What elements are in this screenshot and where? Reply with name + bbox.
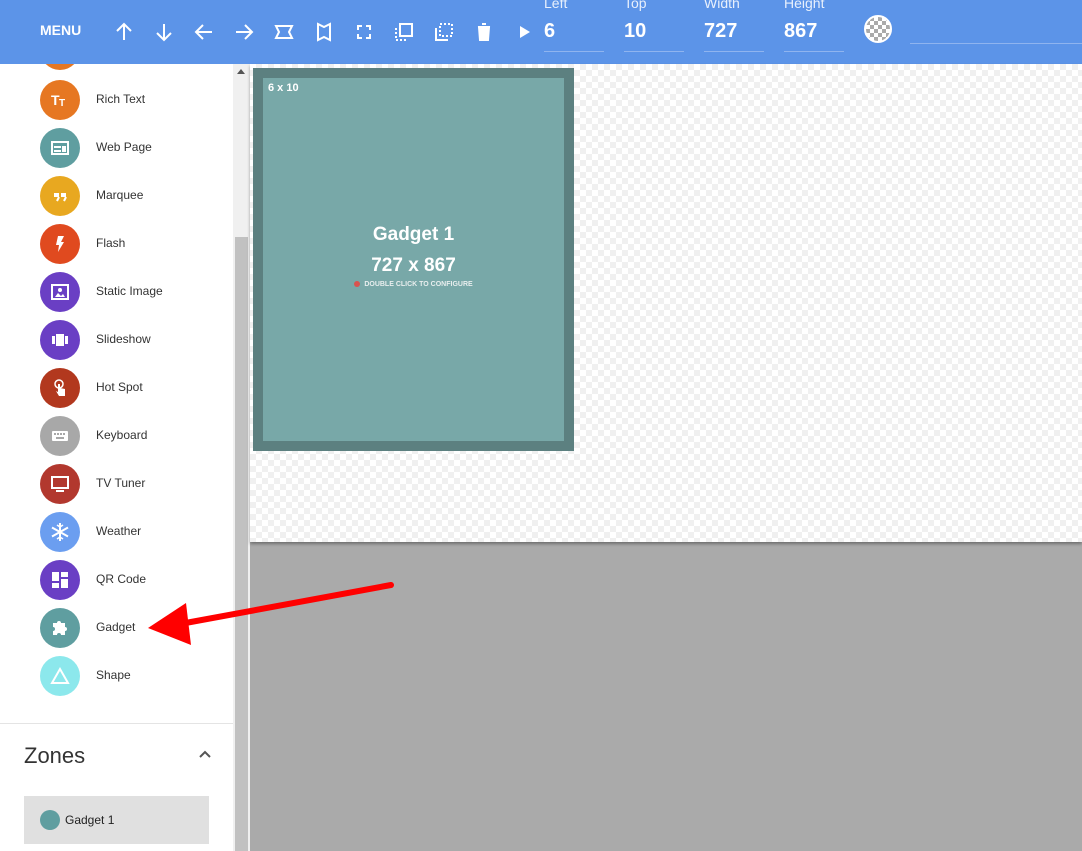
image-icon <box>40 272 80 312</box>
play-icon[interactable] <box>512 20 536 44</box>
layout-canvas[interactable]: 6 x 10 Gadget 1 727 x 867 DOUBLE CLICK T… <box>250 64 1082 542</box>
sidebar-item-web-page[interactable]: Web Page <box>0 124 233 172</box>
height-label: Height <box>784 0 825 11</box>
zones-title: Zones <box>24 743 86 768</box>
scroll-up-arrow-icon[interactable] <box>237 69 245 74</box>
flash-icon <box>40 224 80 264</box>
sidebar-item-label: Weather <box>96 524 142 538</box>
width-label: Width <box>704 0 740 11</box>
arrow-up-icon[interactable] <box>112 20 136 44</box>
arrow-right-icon[interactable] <box>232 20 256 44</box>
sidebar-item-label: Rich Text <box>96 92 146 106</box>
gadget-position-label: 6 x 10 <box>268 82 299 94</box>
width-field[interactable]: Width 727 <box>704 0 764 54</box>
zone-item-label: Gadget 1 <box>65 813 115 827</box>
sidebar-divider <box>0 723 233 724</box>
top-field[interactable]: Top 10 <box>624 0 684 54</box>
gadget-zone[interactable]: 6 x 10 Gadget 1 727 x 867 DOUBLE CLICK T… <box>253 68 574 451</box>
sidebar-item-tv-tuner[interactable]: TV Tuner <box>0 460 233 508</box>
sidebar-item-label: Static Image <box>96 284 163 298</box>
sidebar-item-hot-spot[interactable]: Hot Spot <box>0 364 233 412</box>
snowflake-icon <box>40 512 80 552</box>
widget-sidebar: TT Rich Text Web Page Marquee Flash Stat… <box>0 64 233 851</box>
width-value[interactable]: 727 <box>704 20 737 43</box>
sidebar-item-keyboard[interactable]: Keyboard <box>0 412 233 460</box>
bring-forward-icon[interactable] <box>392 20 416 44</box>
layout-workspace: 6 x 10 Gadget 1 727 x 867 DOUBLE CLICK T… <box>250 64 1082 851</box>
slideshow-icon <box>40 320 80 360</box>
sidebar-item-shape[interactable]: Shape <box>0 652 233 700</box>
stretch-vertical-icon[interactable] <box>312 20 336 44</box>
sidebar-item-slideshow[interactable]: Slideshow <box>0 316 233 364</box>
zone-color-dot <box>40 810 60 830</box>
touch-icon <box>40 368 80 408</box>
sidebar-item-gadget[interactable]: Gadget <box>0 604 233 652</box>
left-value[interactable]: 6 <box>544 20 555 43</box>
info-icon <box>354 281 361 288</box>
zone-item-gadget-1[interactable]: Gadget 1 <box>24 796 209 844</box>
sidebar-item-weather[interactable]: Weather <box>0 508 233 556</box>
partial-widget-icon[interactable] <box>40 64 80 70</box>
sidebar-item-label: QR Code <box>96 572 147 586</box>
delete-icon[interactable] <box>472 20 496 44</box>
gadget-name: Gadget 1 <box>372 224 455 245</box>
toolbar-input-line[interactable] <box>910 43 1082 44</box>
sidebar-item-flash[interactable]: Flash <box>0 220 233 268</box>
sidebar-item-label: Marquee <box>96 188 144 202</box>
sidebar-item-label: Shape <box>96 668 131 682</box>
keyboard-icon <box>40 416 80 456</box>
web-page-icon <box>40 128 80 168</box>
sidebar-item-label: Web Page <box>96 140 152 154</box>
chevron-up-icon[interactable] <box>197 746 213 762</box>
height-field[interactable]: Height 867 <box>784 0 844 54</box>
sidebar-item-label: TV Tuner <box>96 476 146 490</box>
left-field[interactable]: Left 6 <box>544 0 604 54</box>
sidebar-item-label: Keyboard <box>96 428 148 442</box>
sidebar-item-label: Gadget <box>96 620 136 634</box>
fullscreen-icon[interactable] <box>352 20 376 44</box>
top-label: Top <box>624 0 647 11</box>
sidebar-item-rich-text[interactable]: TT Rich Text <box>0 76 233 124</box>
height-value[interactable]: 867 <box>784 20 817 43</box>
toolbar: MENU Left 6 Top 10 Width 727 Height 867 <box>0 0 1082 64</box>
gadget-configure-hint: DOUBLE CLICK TO CONFIGURE <box>263 281 564 288</box>
scroll-thumb[interactable] <box>235 237 248 851</box>
gadget-size-label: 727 x 867 <box>371 255 456 276</box>
sidebar-item-label: Flash <box>96 236 126 250</box>
puzzle-icon <box>40 608 80 648</box>
send-backward-icon[interactable] <box>432 20 456 44</box>
sidebar-item-qr-code[interactable]: QR Code <box>0 556 233 604</box>
menu-button[interactable]: MENU <box>40 22 81 38</box>
quote-icon <box>40 176 80 216</box>
sidebar-item-static-image[interactable]: Static Image <box>0 268 233 316</box>
qr-code-icon <box>40 560 80 600</box>
sidebar-scrollbar[interactable] <box>233 64 250 851</box>
triangle-icon <box>40 656 80 696</box>
arrow-left-icon[interactable] <box>192 20 216 44</box>
top-value[interactable]: 10 <box>624 20 646 43</box>
transparency-icon[interactable] <box>864 15 892 43</box>
gadget-hint-text: DOUBLE CLICK TO CONFIGURE <box>364 281 473 288</box>
stretch-horizontal-icon[interactable] <box>272 20 296 44</box>
sidebar-item-label: Hot Spot <box>96 380 143 394</box>
tv-icon <box>40 464 80 504</box>
left-label: Left <box>544 0 568 11</box>
sidebar-item-marquee[interactable]: Marquee <box>0 172 233 220</box>
svg-text:T: T <box>59 98 65 109</box>
sidebar-item-label: Slideshow <box>96 332 151 346</box>
arrow-down-icon[interactable] <box>152 20 176 44</box>
text-format-icon: TT <box>40 80 80 120</box>
